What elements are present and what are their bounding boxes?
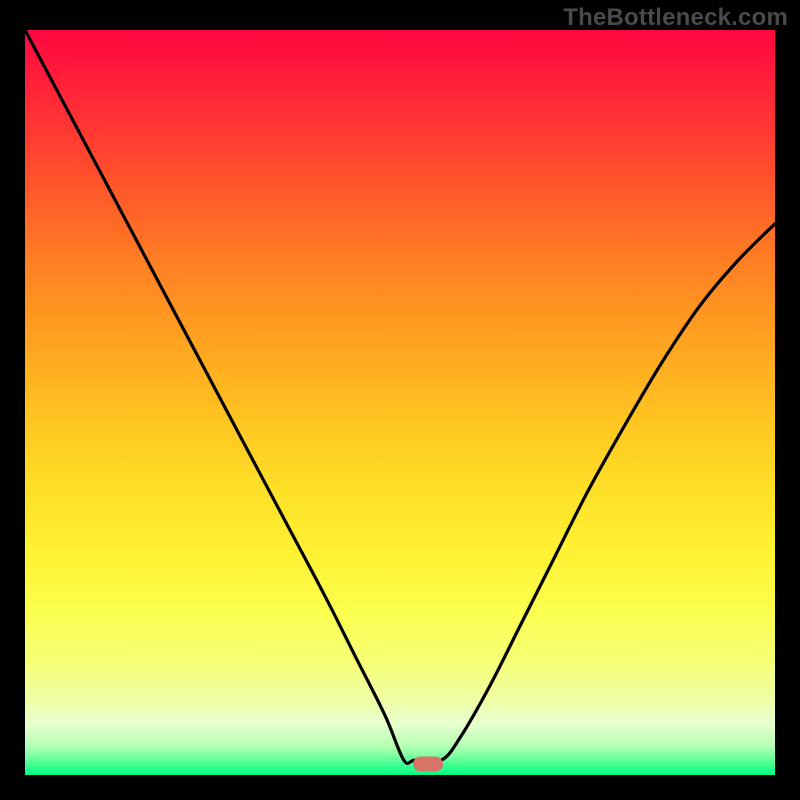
plot-area xyxy=(25,30,775,775)
chart-frame: TheBottleneck.com xyxy=(0,0,800,800)
bottleneck-curve xyxy=(25,30,775,775)
watermark-label: TheBottleneck.com xyxy=(563,4,788,32)
optimum-marker xyxy=(413,756,443,771)
